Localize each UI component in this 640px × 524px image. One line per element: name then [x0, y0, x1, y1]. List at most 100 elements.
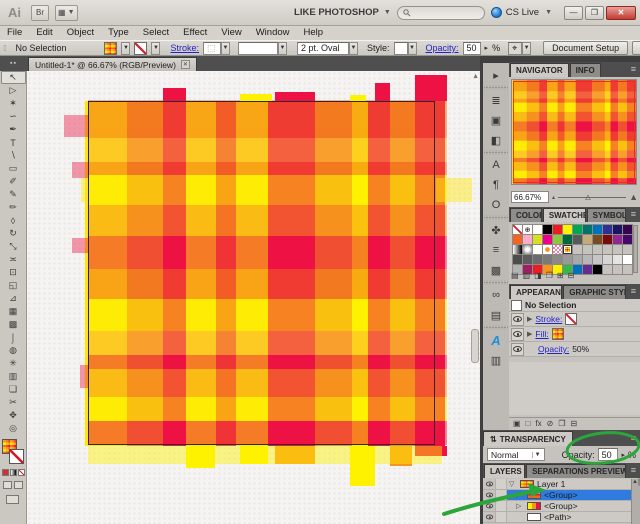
- menu-select[interactable]: Select: [136, 26, 176, 40]
- tab-info[interactable]: INFO: [570, 63, 601, 77]
- document-info-icon[interactable]: ▥: [484, 352, 508, 368]
- tab-layers[interactable]: LAYERS: [484, 464, 525, 478]
- transparency-opacity-field[interactable]: 50: [598, 448, 619, 461]
- color-button[interactable]: [2, 469, 9, 476]
- new-color-group-button[interactable]: ❐: [546, 271, 553, 281]
- tool-slice[interactable]: ✂: [1, 396, 26, 409]
- opacity-field[interactable]: 50: [463, 42, 481, 55]
- swatch-2-5[interactable]: [563, 245, 572, 254]
- appearance-fill-row[interactable]: ▶ Fill:: [509, 327, 640, 342]
- menu-file[interactable]: File: [0, 26, 29, 40]
- tool-shape-builder[interactable]: ◱: [1, 279, 26, 292]
- paragraph-icon[interactable]: ¶: [484, 177, 508, 193]
- fill-dropdown-arrow[interactable]: ▼: [121, 42, 130, 55]
- character-icon[interactable]: A: [484, 157, 508, 173]
- zoom-in-icon[interactable]: ▲: [629, 192, 638, 202]
- tool-pen[interactable]: ✒: [1, 123, 26, 136]
- tools-panel-header[interactable]: ▪▪: [0, 56, 27, 71]
- swatch-0-3[interactable]: [543, 225, 552, 234]
- tool-selection[interactable]: ↖: [1, 71, 26, 84]
- panel-menu-icon[interactable]: ≡: [627, 207, 640, 222]
- tool-rectangle[interactable]: ▭: [1, 162, 26, 175]
- opacity-link[interactable]: Opacity:: [426, 43, 459, 53]
- tool-eraser[interactable]: ◊: [1, 214, 26, 227]
- tab-swatches[interactable]: SWATCHES: [543, 208, 586, 222]
- layer-row[interactable]: ▷<Group>◉: [483, 490, 640, 501]
- swatch-1-6[interactable]: [573, 235, 582, 244]
- visibility-toggle[interactable]: [483, 501, 496, 511]
- swatch-3-1[interactable]: [523, 255, 532, 264]
- layer-row-main[interactable]: <Path>○: [507, 512, 640, 522]
- lock-toggle[interactable]: [496, 501, 507, 511]
- blend-mode-dropdown[interactable]: Normal ▼: [487, 448, 545, 461]
- draw-normal-button[interactable]: [3, 481, 12, 489]
- layer-name[interactable]: Layer 1: [537, 479, 565, 489]
- tool-magic-wand[interactable]: ✶: [1, 97, 26, 110]
- transform-icon[interactable]: ▣: [484, 112, 508, 128]
- swatch-1-0[interactable]: [513, 235, 522, 244]
- fill-plaid-chip[interactable]: [552, 328, 564, 340]
- visibility-toggle[interactable]: [483, 512, 496, 522]
- tool-width[interactable]: ≍: [1, 253, 26, 266]
- swatch-0-1[interactable]: ⊕: [523, 225, 532, 234]
- close-button[interactable]: ✕: [606, 6, 636, 20]
- menu-view[interactable]: View: [214, 26, 248, 40]
- swatch-3-7[interactable]: [583, 255, 592, 264]
- expander-icon[interactable]: ▽: [509, 480, 517, 488]
- gradient-icon[interactable]: ▩: [484, 262, 508, 278]
- brush-definition-dropdown[interactable]: ▼: [238, 42, 287, 55]
- layer-name[interactable]: <Path>: [544, 512, 571, 522]
- swatch-1-9[interactable]: [603, 235, 612, 244]
- close-icon[interactable]: ✕: [181, 60, 190, 69]
- preferences-button[interactable]: Preferences: [632, 41, 640, 55]
- tool-blob-brush[interactable]: ✏: [1, 201, 26, 214]
- new-swatch-button[interactable]: ⊞: [557, 271, 564, 281]
- arrange-documents-button[interactable]: ▦▼: [55, 5, 78, 21]
- swatch-3-0[interactable]: [513, 255, 522, 264]
- tool-pencil[interactable]: ✎: [1, 188, 26, 201]
- symbols-icon[interactable]: ✤: [484, 222, 508, 238]
- layer-row[interactable]: ▽Layer 1○: [483, 479, 640, 490]
- tool-rotate[interactable]: ↻: [1, 227, 26, 240]
- menu-edit[interactable]: Edit: [29, 26, 59, 40]
- stroke-icon[interactable]: ≡: [484, 242, 508, 258]
- select-similar-button[interactable]: ⌖▼: [508, 42, 531, 55]
- document-setup-button[interactable]: Document Setup: [543, 41, 628, 55]
- workspace-switcher[interactable]: LIKE PHOTOSHOP ▼: [294, 7, 391, 18]
- expander-icon[interactable]: ▷: [516, 502, 524, 510]
- swatch-0-7[interactable]: [583, 225, 592, 234]
- tab-navigator[interactable]: NAVIGATOR: [510, 63, 569, 77]
- delete-swatch-button[interactable]: ⊟: [568, 271, 575, 281]
- swatch-3-8[interactable]: [593, 255, 602, 264]
- tool-type[interactable]: T: [1, 136, 26, 149]
- add-effect-button[interactable]: fx: [535, 419, 541, 429]
- layer-row[interactable]: ▷<Group>○: [483, 501, 640, 512]
- menu-window[interactable]: Window: [249, 26, 297, 40]
- swatch-1-8[interactable]: [593, 235, 602, 244]
- swatch-3-5[interactable]: [563, 255, 572, 264]
- tool-column-graph[interactable]: ▥: [1, 370, 26, 383]
- lock-toggle[interactable]: [496, 479, 507, 489]
- visibility-toggle[interactable]: [511, 313, 524, 326]
- swatch-3-6[interactable]: [573, 255, 582, 264]
- tool-paintbrush[interactable]: ✐: [1, 175, 26, 188]
- document-tab[interactable]: Untitled-1* @ 66.67% (RGB/Preview) ✕: [28, 57, 197, 71]
- links-icon[interactable]: ∞: [484, 287, 508, 303]
- lock-toggle[interactable]: [496, 512, 507, 522]
- panel-menu-icon[interactable]: ≡: [627, 463, 640, 478]
- opacity-stepper[interactable]: ▸: [485, 44, 489, 52]
- restore-button[interactable]: ❐: [585, 6, 604, 20]
- swatch-3-3[interactable]: [543, 255, 552, 264]
- appearance-opacity-row[interactable]: Opacity: 50%: [509, 342, 640, 357]
- swatch-1-7[interactable]: [583, 235, 592, 244]
- tool-hand[interactable]: ✥: [1, 409, 26, 422]
- flash-text-icon[interactable]: A: [484, 332, 508, 348]
- duplicate-item-button[interactable]: ❐: [558, 419, 565, 429]
- layer-row[interactable]: <Path>○: [483, 512, 640, 523]
- swatch-1-11[interactable]: [623, 235, 632, 244]
- add-new-fill-button[interactable]: □: [526, 419, 531, 429]
- tool-free-transform[interactable]: ⊡: [1, 266, 26, 279]
- swatch-3-2[interactable]: [533, 255, 542, 264]
- swatch-1-10[interactable]: [613, 235, 622, 244]
- visibility-toggle[interactable]: [511, 343, 524, 356]
